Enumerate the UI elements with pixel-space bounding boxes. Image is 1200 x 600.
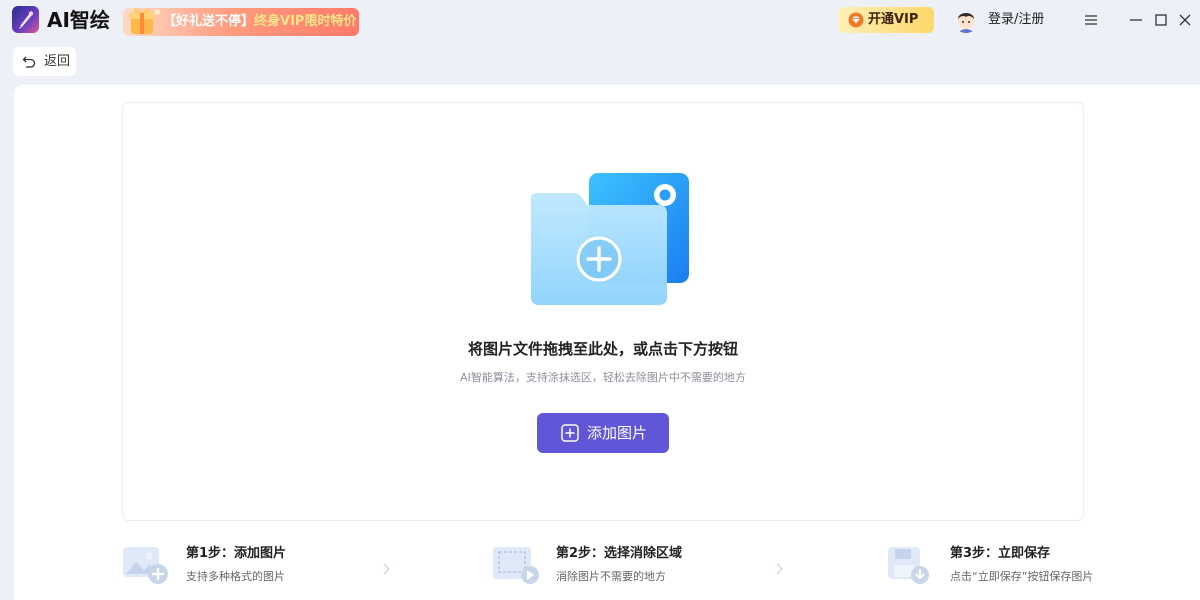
step-1-title: 第1步：添加图片 (186, 546, 287, 561)
title-bar: AI智绘 【好礼送不停】终身VIP限时特价 开通VIP 登录/注册 (0, 0, 1200, 40)
promo-prefix: 【好礼送不停】 (163, 14, 255, 29)
back-label: 返回 (44, 54, 71, 69)
save-icon (886, 545, 934, 585)
promo-banner[interactable]: 【好礼送不停】终身VIP限时特价 (123, 8, 359, 36)
step-3-desc: 点击“立即保存”按钮保存图片 (950, 570, 1094, 583)
promo-highlight: 终身VIP限时特价 (254, 14, 357, 29)
ai-draw-logo-icon (12, 6, 39, 33)
chevron-right-icon (381, 561, 391, 575)
login-register-link[interactable]: 登录/注册 (988, 11, 1044, 29)
select-area-icon (492, 545, 540, 585)
app-name: AI智绘 (47, 8, 110, 32)
main-panel: 将图片文件拖拽至此处，或点击下方按钮 AI智能算法，支持涂抹选区，轻松去除图片中… (14, 85, 1200, 600)
plus-square-icon (561, 424, 579, 442)
add-image-label: 添加图片 (587, 424, 648, 442)
step-1: 第1步：添加图片 支持多种格式的图片 (122, 545, 382, 589)
diamond-icon (848, 12, 864, 28)
chevron-right-icon (774, 561, 784, 575)
step-1-desc: 支持多种格式的图片 (186, 570, 285, 583)
menu-icon[interactable] (1083, 12, 1099, 28)
add-image-button[interactable]: 添加图片 (537, 413, 669, 453)
step-2-desc: 消除图片不需要的地方 (556, 570, 666, 583)
maximize-icon[interactable] (1153, 12, 1169, 28)
step-2: 第2步：选择消除区域 消除图片不需要的地方 (492, 545, 772, 589)
back-button[interactable]: 返回 (13, 47, 76, 76)
avatar[interactable] (953, 7, 979, 33)
folder-add-icon (527, 169, 693, 309)
image-drop-zone[interactable]: 将图片文件拖拽至此处，或点击下方按钮 AI智能算法，支持涂抹选区，轻松去除图片中… (122, 102, 1084, 521)
promo-text: 【好礼送不停】终身VIP限时特价 (163, 13, 356, 31)
image-add-icon (122, 545, 170, 585)
undo-arrow-icon (22, 54, 36, 68)
gift-icon (125, 4, 165, 38)
close-icon[interactable] (1177, 12, 1193, 28)
drop-zone-subtitle: AI智能算法，支持涂抹选区，轻松去除图片中不需要的地方 (460, 371, 746, 384)
step-2-title: 第2步：选择消除区域 (556, 546, 683, 561)
step-3: 第3步：立即保存 点击“立即保存”按钮保存图片 (886, 545, 1106, 589)
open-vip-button[interactable]: 开通VIP (838, 7, 934, 33)
drop-zone-title: 将图片文件拖拽至此处，或点击下方按钮 (467, 340, 738, 358)
vip-label: 开通VIP (868, 12, 919, 27)
minimize-icon[interactable] (1128, 12, 1144, 28)
step-3-title: 第3步：立即保存 (950, 546, 1051, 561)
